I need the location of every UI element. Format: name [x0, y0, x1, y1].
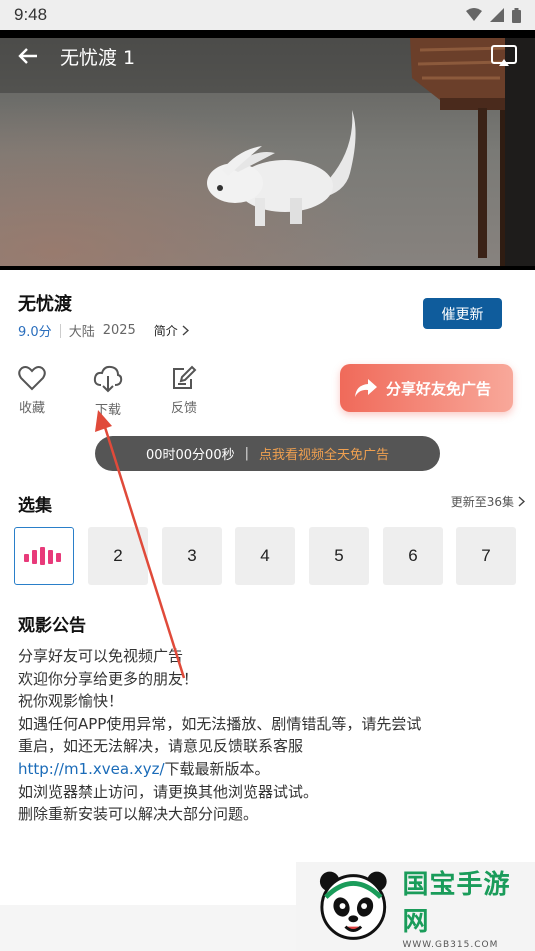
playing-bars-icon [24, 547, 61, 565]
status-icons [466, 7, 521, 23]
video-title: 无忧渡 1 [60, 46, 136, 69]
back-arrow-icon[interactable] [18, 47, 38, 65]
timer-time: 00时00分00秒 [145, 448, 235, 463]
share-arrow-icon [355, 379, 377, 397]
notice-line: 欢迎你分享给更多的朋友！ [18, 669, 199, 688]
battery-icon [512, 7, 521, 23]
download-icon [93, 365, 123, 393]
notice-body: 分享好友可以免视频广告 欢迎你分享给更多的朋友！ 祝你观影愉快！ 如遇任何APP… [18, 645, 523, 826]
episode-item[interactable]: 3 [162, 527, 222, 585]
notice-line: 如遇任何APP使用异常，如无法播放、剧情错乱等，请先尝试 [18, 714, 422, 733]
divider [59, 323, 61, 338]
feedback-icon [173, 365, 197, 389]
notice-link-suffix: 下载最新版本。 [164, 759, 270, 778]
notice-line: 祝你观影愉快！ [18, 692, 124, 711]
show-meta: 9.0分 大陆 2025 简介 [18, 321, 189, 340]
cast-icon[interactable] [491, 45, 517, 67]
intro-link[interactable]: 简介 [154, 322, 189, 339]
episode-item[interactable]: 7 [456, 527, 516, 585]
notice-line: 重启，如还无法解决，请意见反馈联系客服 [18, 737, 304, 756]
heart-icon [18, 366, 46, 391]
download-button[interactable]: 下载 [80, 365, 136, 418]
year: 2025 [102, 323, 136, 338]
chevron-right-icon [518, 496, 525, 507]
episode-item[interactable]: 6 [383, 527, 443, 585]
video-player[interactable]: 无忧渡 1 [0, 30, 535, 270]
episodes-update-label: 更新至36集 [450, 495, 514, 509]
notice-title: 观影公告 [18, 616, 86, 636]
panda-logo-icon [319, 871, 387, 940]
feedback-button[interactable]: 反馈 [156, 365, 212, 416]
show-title: 无忧渡 [18, 294, 72, 315]
episode-item[interactable]: 4 [235, 527, 295, 585]
favorite-label: 收藏 [18, 401, 45, 416]
episode-item[interactable]: 5 [309, 527, 369, 585]
download-label: 下载 [94, 403, 121, 418]
feedback-label: 反馈 [170, 401, 197, 416]
urge-update-button[interactable]: 催更新 [423, 298, 502, 329]
notice-line: 删除重新安装可以解决大部分问题。 [18, 805, 259, 824]
favorite-button[interactable]: 收藏 [4, 365, 60, 416]
episode-1-playing[interactable] [14, 527, 74, 585]
video-top-bar: 无忧渡 1 [0, 30, 535, 82]
watermark-text: 国宝手游网 WWW.GB315.COM [403, 864, 535, 950]
episodes-update-link[interactable]: 更新至36集 [451, 493, 525, 510]
notice-link-line: http://m1.xvea.xyz/下载最新版本。 [18, 758, 523, 781]
chevron-right-icon [182, 325, 189, 336]
status-bar: 9:48 [0, 0, 535, 30]
timer-link[interactable]: 点我看视频全天免广告 [259, 444, 389, 463]
timer-separator: | [244, 446, 249, 461]
watermark-brand: 国宝手游网 [402, 869, 511, 937]
download-url-link[interactable]: http://m1.xvea.xyz/ [18, 760, 165, 778]
status-time: 9:48 [14, 5, 48, 24]
signal-icon [490, 8, 504, 22]
watermark: 国宝手游网 WWW.GB315.COM [296, 862, 535, 951]
notice-line: 如浏览器禁止访问，请更换其他浏览器试试。 [18, 782, 319, 801]
intro-label: 简介 [153, 324, 178, 338]
watermark-url: WWW.GB315.COM [402, 939, 499, 950]
episode-item[interactable]: 2 [88, 527, 148, 585]
ad-timer-bar[interactable]: 00时00分00秒 | 点我看视频全天免广告 [95, 436, 440, 471]
score: 9.0分 [18, 325, 52, 340]
share-ad-button[interactable]: 分享好友免广告 [340, 364, 513, 412]
notice-line: 分享好友可以免视频广告 [18, 647, 184, 665]
wifi-icon [466, 8, 482, 21]
share-ad-label: 分享好友免广告 [386, 379, 492, 398]
episodes-title: 选集 [18, 496, 52, 516]
region: 大陆 [68, 325, 95, 340]
